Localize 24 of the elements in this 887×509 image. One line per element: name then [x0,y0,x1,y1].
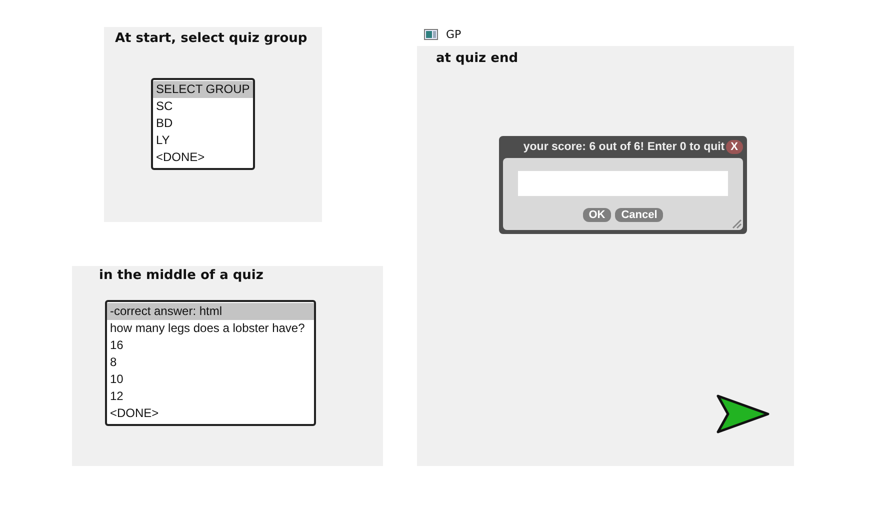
list-item[interactable]: 12 [107,388,314,405]
list-item[interactable]: -correct answer: html [107,303,314,320]
list-item[interactable]: SC [153,98,253,115]
input-field[interactable] [518,171,728,196]
arrow-icon[interactable] [716,394,770,434]
stage-heading: at quiz end [436,50,519,68]
list-item[interactable]: BD [153,115,253,132]
app-icon [424,28,438,40]
list-item[interactable]: how many legs does a lobster have? [107,320,314,337]
list-item[interactable]: LY [153,132,253,149]
dialog-button[interactable]: OK [582,208,612,222]
list-item[interactable]: 10 [107,371,314,388]
close-button[interactable]: X [726,140,743,154]
panel-heading: At start, select quiz group [115,30,308,48]
dialog-button[interactable]: Cancel [615,208,664,222]
list-item[interactable]: <DONE> [107,405,314,422]
panel-heading: in the middle of a quiz [99,267,264,285]
list-item[interactable]: 8 [107,354,314,371]
list-item[interactable]: <DONE> [153,149,253,166]
dialog-title: your score: 6 out of 6! Enter 0 to quit [523,141,725,153]
list-item[interactable]: SELECT GROUP [153,81,253,98]
window-title: GP [446,28,462,40]
list-item[interactable]: 16 [107,337,314,354]
resize-grip-icon[interactable] [730,217,742,229]
